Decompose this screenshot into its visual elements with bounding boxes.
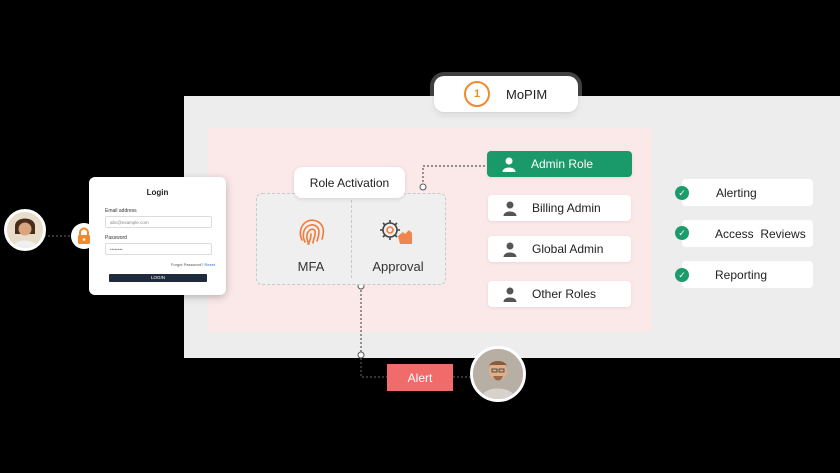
role-label: Billing Admin bbox=[532, 201, 601, 215]
check-icon: ✓ bbox=[675, 186, 689, 200]
avatar-admin bbox=[470, 346, 526, 402]
mfa-label: MFA bbox=[297, 259, 325, 274]
approval-label: Approval bbox=[372, 259, 424, 274]
check-icon: ✓ bbox=[675, 268, 689, 282]
alert-badge: Alert bbox=[387, 364, 453, 391]
gear-approval-icon bbox=[378, 218, 414, 248]
login-card: Login Email address abc@example.com Pass… bbox=[89, 177, 226, 295]
fingerprint-icon bbox=[294, 214, 328, 248]
role-item-billing-admin[interactable]: Billing Admin bbox=[488, 195, 631, 221]
role-label: Admin Role bbox=[531, 157, 594, 171]
feature-reporting: Reporting bbox=[682, 261, 813, 288]
feature-alerting: Alerting bbox=[682, 179, 813, 206]
login-title: Login bbox=[146, 188, 169, 197]
role-item-other-roles[interactable]: Other Roles bbox=[488, 281, 631, 307]
forgot-password-text: Forgot Password? bbox=[170, 262, 204, 267]
role-activation-label: Role Activation bbox=[294, 167, 405, 198]
role-label: Global Admin bbox=[532, 242, 604, 256]
email-label: Email address bbox=[105, 208, 137, 214]
password-field[interactable]: •••••••• bbox=[105, 243, 212, 255]
lock-icon bbox=[71, 223, 97, 249]
methods-divider bbox=[351, 200, 352, 278]
check-icon: ✓ bbox=[675, 226, 689, 240]
user-icon bbox=[503, 201, 517, 216]
app-name: MoPIM bbox=[506, 86, 548, 102]
avatar-user bbox=[4, 209, 46, 251]
role-item-global-admin[interactable]: Global Admin bbox=[488, 236, 631, 262]
feature-label: Access Reviews bbox=[715, 226, 806, 241]
user-icon bbox=[503, 287, 517, 302]
login-button[interactable]: LOGIN bbox=[109, 274, 207, 282]
forgot-password-row: Forgot Password? Reset bbox=[171, 262, 215, 267]
password-label: Password bbox=[105, 235, 127, 241]
role-item-admin[interactable]: Admin Role bbox=[487, 151, 632, 177]
mopim-logo-icon: 1 bbox=[464, 81, 490, 107]
mopim-badge: 1 MoPIM bbox=[434, 76, 578, 112]
feature-label: Reporting bbox=[715, 267, 768, 282]
role-label: Other Roles bbox=[532, 287, 597, 301]
feature-label: Alerting bbox=[716, 185, 757, 200]
feature-access-reviews: Access Reviews bbox=[682, 220, 813, 247]
reset-link[interactable]: Reset bbox=[205, 262, 215, 267]
user-icon bbox=[502, 157, 516, 172]
user-icon bbox=[503, 242, 517, 257]
email-field[interactable]: abc@example.com bbox=[105, 216, 212, 228]
